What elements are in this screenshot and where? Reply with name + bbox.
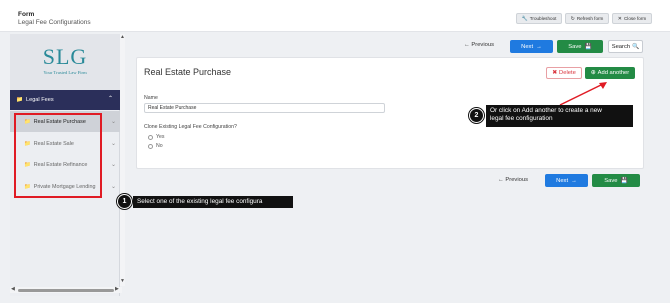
callout-badge-1: 1	[117, 194, 132, 209]
callout-tooltip-1: Select one of the existing legal fee con…	[133, 196, 293, 208]
callout-tooltip-2: Or click on Add another to create a new …	[486, 105, 633, 127]
callout-badge-2: 2	[469, 108, 484, 123]
callout-arrow	[559, 82, 607, 106]
